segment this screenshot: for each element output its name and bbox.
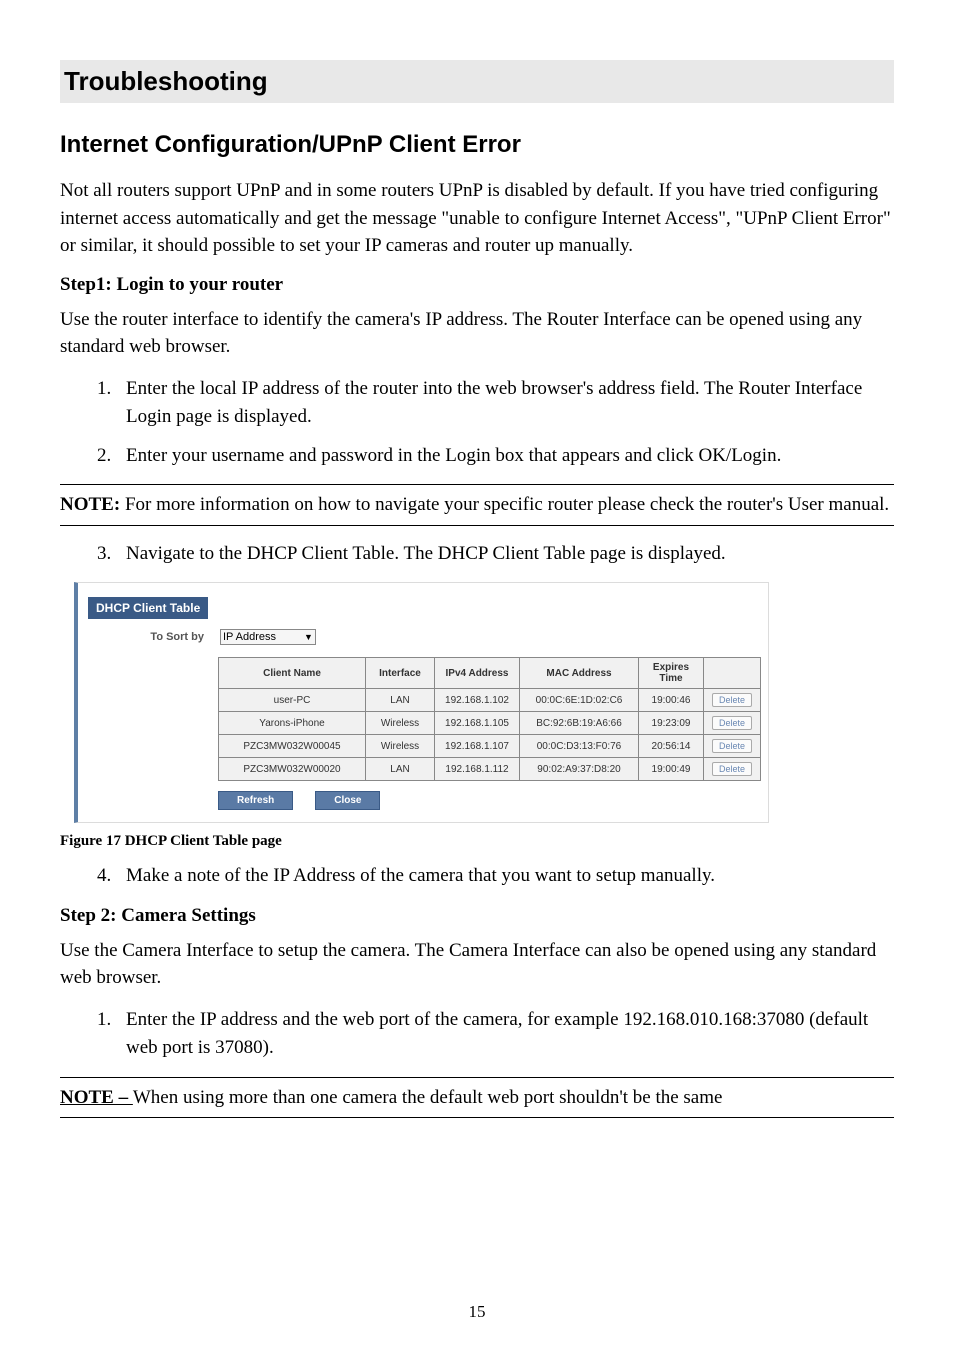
col-mac: MAC Address [520,658,639,689]
step1-intro: Use the router interface to identify the… [60,306,894,361]
cell-action: Delete [704,758,761,781]
table-row: PZC3MW032W00045 Wireless 192.168.1.107 0… [219,735,761,758]
cell-expires: 20:56:14 [639,735,704,758]
step2-list: Enter the IP address and the web port of… [60,1006,894,1063]
step1-item-3: Navigate to the DHCP Client Table. The D… [116,540,894,569]
cell-client: PZC3MW032W00020 [219,758,366,781]
page-title: Troubleshooting [60,60,894,103]
dhcp-sort-select[interactable]: IP Address ▼ [220,629,316,645]
step2-item-1: Enter the IP address and the web port of… [116,1006,894,1063]
dhcp-table: Client Name Interface IPv4 Address MAC A… [218,657,761,781]
section-heading: Internet Configuration/UPnP Client Error [60,131,894,159]
step1-item-2: Enter your username and password in the … [116,442,894,471]
note-2-text: When using more than one camera the defa… [133,1087,723,1108]
dhcp-sort-label: To Sort by [134,631,204,643]
cell-expires: 19:00:49 [639,758,704,781]
note-2-label: NOTE – [60,1087,133,1108]
dhcp-sort-value: IP Address [223,631,276,643]
cell-mac: 00:0C:6E:1D:02:C6 [520,689,639,712]
col-client: Client Name [219,658,366,689]
note-2: NOTE – When using more than one camera t… [60,1077,894,1119]
close-button[interactable]: Close [315,791,380,810]
dhcp-buttons: Refresh Close [218,791,768,810]
note-1: NOTE: For more information on how to nav… [60,484,894,526]
step2-intro: Use the Camera Interface to setup the ca… [60,937,894,992]
dhcp-header-strip: DHCP Client Table [78,597,768,619]
table-row: PZC3MW032W00020 LAN 192.168.1.112 90:02:… [219,758,761,781]
cell-ip: 192.168.1.112 [435,758,520,781]
document-page: Troubleshooting Internet Configuration/U… [0,0,954,1352]
cell-action: Delete [704,712,761,735]
cell-ip: 192.168.1.102 [435,689,520,712]
cell-interface: Wireless [366,712,435,735]
cell-interface: LAN [366,689,435,712]
delete-button[interactable]: Delete [712,716,752,730]
step1-list: Enter the local IP address of the router… [60,375,894,471]
dhcp-panel-title: DHCP Client Table [88,597,208,619]
step2-heading: Step 2: Camera Settings [60,905,894,927]
dhcp-figure: DHCP Client Table To Sort by IP Address … [74,582,769,823]
step1c-list: Make a note of the IP Address of the cam… [60,862,894,891]
note-1-label: NOTE: [60,494,120,515]
cell-mac: BC:92:6B:19:A6:66 [520,712,639,735]
col-expires: Expires Time [639,658,704,689]
cell-expires: 19:00:46 [639,689,704,712]
dhcp-header-row: Client Name Interface IPv4 Address MAC A… [219,658,761,689]
page-number: 15 [0,1302,954,1322]
delete-button[interactable]: Delete [712,762,752,776]
cell-mac: 00:0C:D3:13:F0:76 [520,735,639,758]
note-1-text: For more information on how to navigate … [120,494,889,515]
col-ip: IPv4 Address [435,658,520,689]
refresh-button[interactable]: Refresh [218,791,293,810]
dhcp-sort-row: To Sort by IP Address ▼ [78,629,768,645]
col-interface: Interface [366,658,435,689]
cell-client: user-PC [219,689,366,712]
cell-expires: 19:23:09 [639,712,704,735]
cell-client: Yarons-iPhone [219,712,366,735]
col-action [704,658,761,689]
cell-action: Delete [704,735,761,758]
step1-item-1: Enter the local IP address of the router… [116,375,894,432]
delete-button[interactable]: Delete [712,693,752,707]
step1b-list: Navigate to the DHCP Client Table. The D… [60,540,894,569]
cell-ip: 192.168.1.107 [435,735,520,758]
step1-heading: Step1: Login to your router [60,274,894,296]
delete-button[interactable]: Delete [712,739,752,753]
cell-action: Delete [704,689,761,712]
cell-ip: 192.168.1.105 [435,712,520,735]
cell-mac: 90:02:A9:37:D8:20 [520,758,639,781]
cell-client: PZC3MW032W00045 [219,735,366,758]
cell-interface: LAN [366,758,435,781]
chevron-down-icon: ▼ [304,632,313,642]
section-intro: Not all routers support UPnP and in some… [60,177,894,260]
step1-item-4: Make a note of the IP Address of the cam… [116,862,894,891]
table-row: user-PC LAN 192.168.1.102 00:0C:6E:1D:02… [219,689,761,712]
figure-caption: Figure 17 DHCP Client Table page [60,833,894,850]
cell-interface: Wireless [366,735,435,758]
table-row: Yarons-iPhone Wireless 192.168.1.105 BC:… [219,712,761,735]
